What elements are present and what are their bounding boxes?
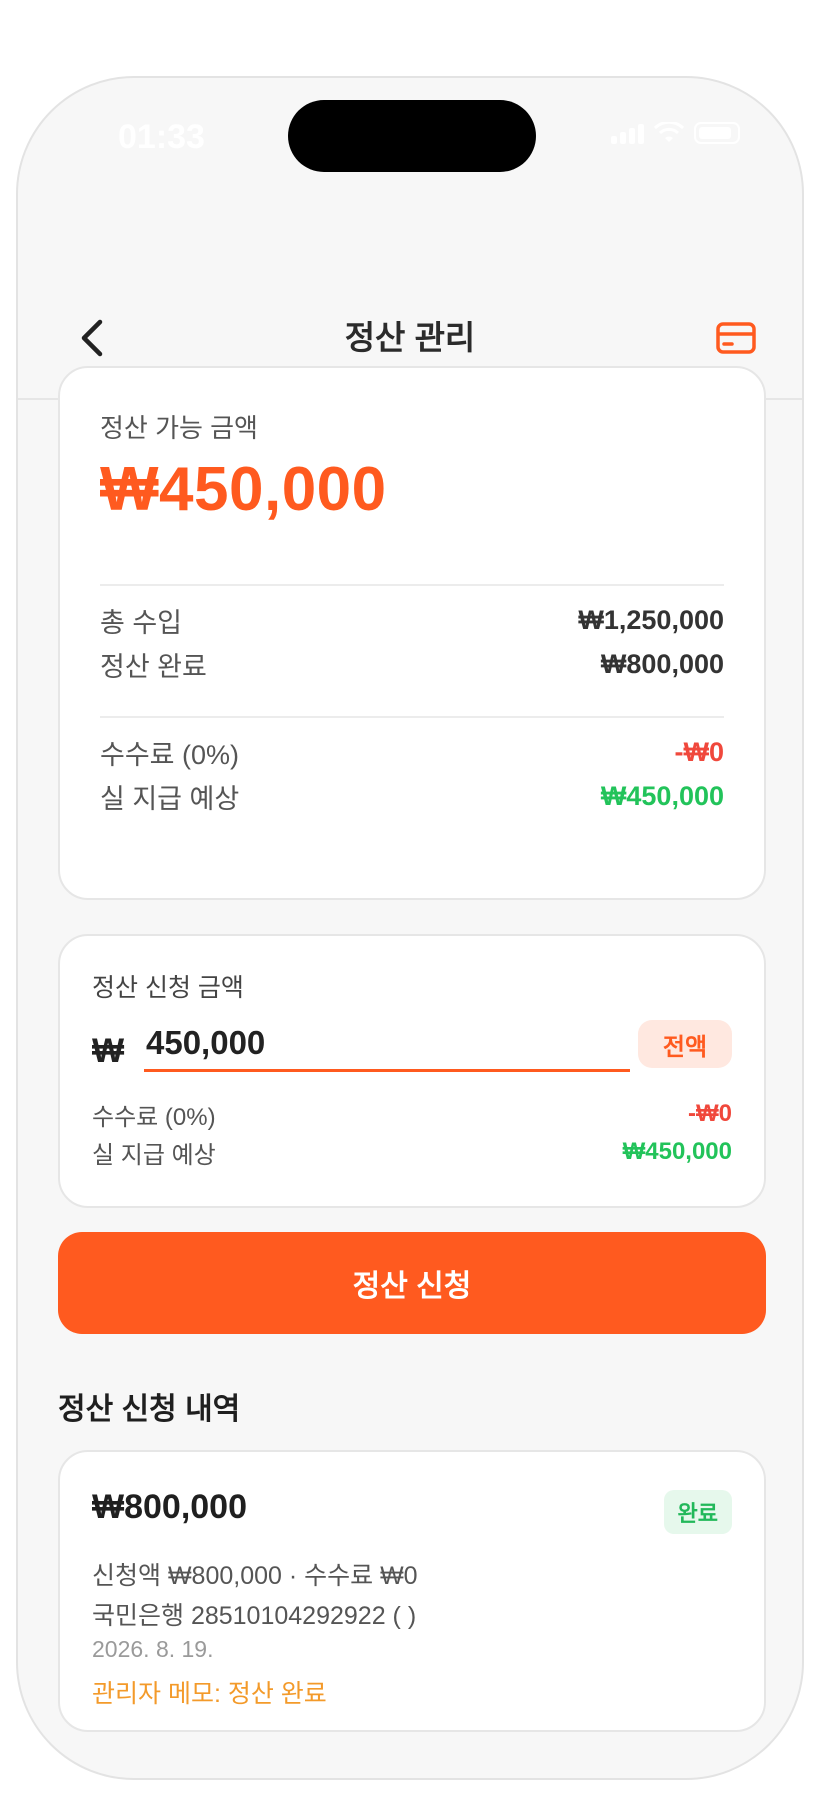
history-section-title: 정산 신청 내역 (58, 1393, 241, 1426)
currency-symbol: ₩ (92, 1032, 125, 1070)
summary-row-total-income: 총 수입 ₩1,250,000 (100, 600, 724, 640)
available-amount: ₩450,000 (100, 455, 387, 524)
status-badge: 완료 (663, 1490, 732, 1534)
request-payout-row: 실 지급 예상 ₩450,000 (92, 1134, 732, 1170)
summary-row-label: 총 수입 (100, 607, 183, 638)
summary-row-fee: 수수료 (0%) -₩0 (100, 732, 724, 772)
settlement-request-button[interactable]: 정산 신청 (58, 1232, 766, 1334)
credit-card-icon[interactable] (716, 322, 756, 354)
history-item-memo: 관리자 메모: 정산 완료 (92, 1680, 327, 1708)
summary-row-settled: 정산 완료 ₩800,000 (100, 644, 724, 684)
summary-row-value: ₩1,250,000 (578, 604, 724, 635)
history-item-account: 국민은행 28510104292922 ( ) (92, 1602, 417, 1630)
settlement-request-card: 정산 신청 금액 ₩ 전액 수수료 (0%) -₩0 실 지급 예상 ₩450,… (58, 934, 766, 1208)
request-amount-input[interactable] (144, 1016, 630, 1072)
battery-icon (694, 122, 740, 144)
signal-icon (611, 124, 644, 144)
summary-row-value: ₩800,000 (600, 648, 724, 679)
request-payout-label: 실 지급 예상 (92, 1141, 216, 1169)
divider (100, 716, 724, 718)
request-amount-label: 정산 신청 금액 (92, 974, 244, 1002)
request-fee-value: -₩0 (688, 1100, 732, 1127)
status-bar: 01:33 (18, 78, 802, 198)
wifi-icon (654, 122, 684, 142)
request-fee-row: 수수료 (0%) -₩0 (92, 1096, 732, 1132)
available-amount-label: 정산 가능 금액 (100, 413, 258, 443)
request-payout-value: ₩450,000 (622, 1138, 732, 1165)
summary-row-label: 정산 완료 (100, 651, 207, 682)
summary-row-value: -₩0 (674, 736, 725, 767)
request-fee-label: 수수료 (0%) (92, 1103, 216, 1131)
status-time: 01:33 (118, 118, 205, 156)
divider (100, 584, 724, 586)
history-item-amount: ₩800,000 (92, 1488, 247, 1526)
history-item-date: 2026. 8. 19. (92, 1636, 214, 1662)
page-title: 정산 관리 (344, 319, 476, 356)
settlement-summary-card: 정산 가능 금액 ₩450,000 총 수입 ₩1,250,000 정산 완료 … (58, 366, 766, 900)
summary-row-label: 실 지급 예상 (100, 783, 240, 814)
summary-row-expected-payout: 실 지급 예상 ₩450,000 (100, 776, 724, 816)
summary-row-label: 수수료 (0%) (100, 739, 240, 770)
dynamic-island (288, 100, 536, 172)
history-item[interactable]: ₩800,000 완료 신청액 ₩800,000 · 수수료 ₩0 국민은행 2… (58, 1450, 766, 1732)
summary-row-value: ₩450,000 (600, 780, 724, 811)
status-icons (611, 122, 740, 144)
phone-frame: 01:33 정산 관리 정산 가능 금액 ₩450,000 총 수입 ₩1,25… (16, 76, 804, 1780)
history-item-detail: 신청액 ₩800,000 · 수수료 ₩0 (92, 1562, 418, 1590)
full-amount-button[interactable]: 전액 (638, 1020, 732, 1068)
